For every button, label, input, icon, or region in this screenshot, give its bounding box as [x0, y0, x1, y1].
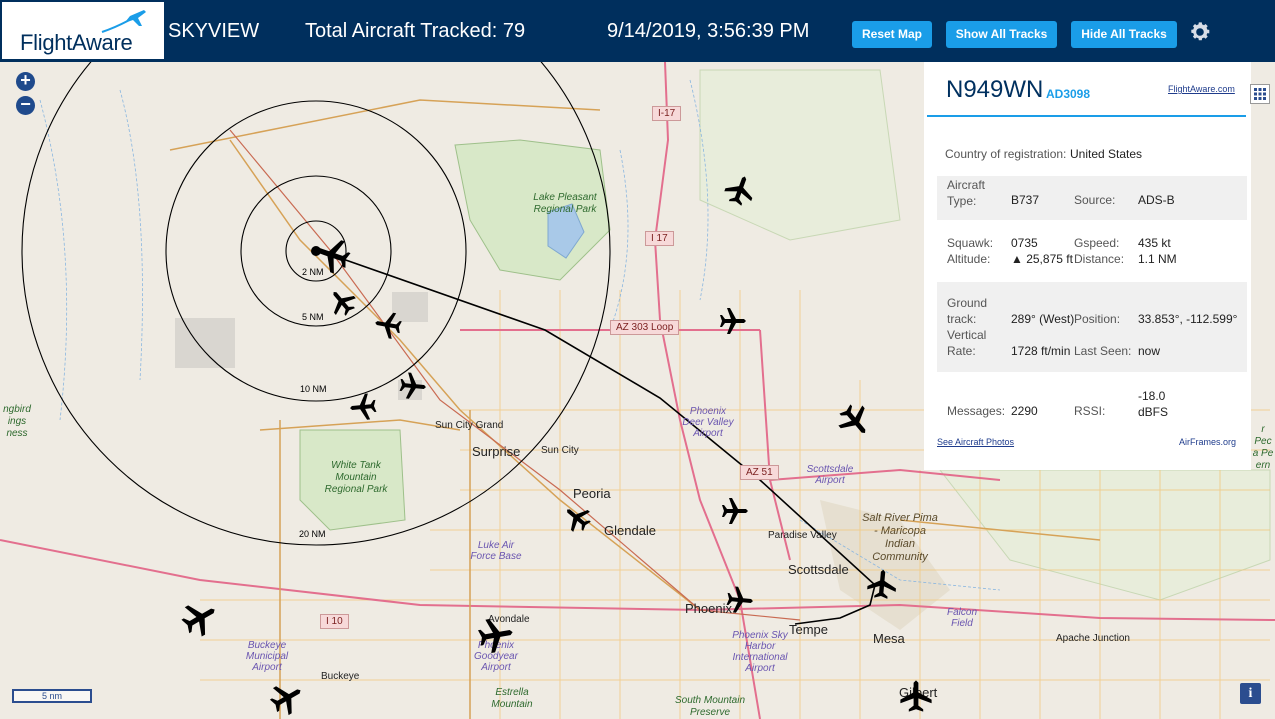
aircraft-type-label: Aircraft Type:	[947, 178, 986, 208]
zoom-out-button[interactable]: −	[16, 95, 35, 115]
timestamp: 9/14/2019, 3:56:39 PM	[607, 20, 810, 42]
aircraft-type-value: B737	[1011, 193, 1040, 207]
aircraft-icon[interactable]	[725, 585, 755, 615]
app-title: SKYVIEW	[168, 20, 260, 42]
source-label: Source:	[1074, 193, 1116, 207]
flightaware-logo[interactable]: FlightAware	[2, 2, 164, 59]
country-label: Country of registration:	[945, 147, 1067, 161]
aircraft-tracked-count: Total Aircraft Tracked: 79	[305, 20, 526, 42]
ground-track-label: Ground track:	[947, 296, 988, 326]
altitude-value: ▲ 25,875 ft	[1011, 252, 1073, 266]
last-seen-label: Last Seen:	[1074, 344, 1132, 358]
hide-all-tracks-button[interactable]: Hide All Tracks	[1071, 21, 1177, 48]
flight-id[interactable]: AD3098	[1046, 87, 1090, 101]
aircraft-icon[interactable]	[720, 308, 746, 334]
distance-value: 1.1 NM	[1138, 252, 1177, 266]
aircraft-icon-selected[interactable]	[310, 233, 354, 277]
country-value: United States	[1070, 147, 1143, 161]
top-header: FlightAware SKYVIEW Total Aircraft Track…	[0, 0, 1275, 62]
gear-icon[interactable]	[1188, 20, 1212, 44]
ground-track-value: 289° (West)	[1011, 312, 1075, 326]
airframes-link[interactable]: AirFrames.org	[1179, 437, 1236, 447]
position-value: 33.853°, -112.599°	[1138, 312, 1238, 326]
reset-map-button[interactable]: Reset Map	[852, 21, 932, 48]
last-seen-value: now	[1138, 344, 1161, 358]
gspeed-label: Gspeed:	[1074, 236, 1120, 250]
aircraft-icon[interactable]	[866, 568, 898, 600]
squawk-value: 0735	[1011, 236, 1038, 250]
grid-toggle-button[interactable]	[1250, 84, 1270, 104]
aircraft-icon[interactable]	[558, 499, 596, 537]
aircraft-icon[interactable]	[348, 392, 378, 422]
vertical-rate-value: 1728 ft/min	[1011, 344, 1071, 358]
show-all-tracks-button[interactable]: Show All Tracks	[946, 21, 1057, 48]
map-scale-bar: 5 nm	[12, 689, 92, 703]
distance-label: Distance:	[1074, 252, 1125, 266]
aircraft-icon[interactable]	[398, 371, 428, 401]
aircraft-icon[interactable]	[833, 399, 877, 443]
messages-label: Messages:	[947, 404, 1006, 418]
source-value: ADS-B	[1138, 193, 1175, 207]
aircraft-registration: N949WN	[946, 76, 1044, 103]
aircraft-icon[interactable]	[372, 309, 404, 341]
gspeed-value: 435 kt	[1138, 236, 1171, 250]
rssi-value: -18.0 dBFS	[1138, 389, 1169, 419]
map-info-button[interactable]: i	[1240, 683, 1261, 704]
aircraft-icon[interactable]	[476, 615, 516, 655]
logo-text: FlightAware	[20, 30, 133, 55]
aircraft-icon[interactable]	[722, 498, 748, 524]
flightaware-link[interactable]: FlightAware.com	[1168, 84, 1235, 94]
vertical-rate-label: Vertical Rate:	[947, 328, 987, 358]
zoom-in-button[interactable]: +	[16, 71, 35, 91]
position-label: Position:	[1074, 312, 1121, 326]
grid-icon	[1254, 88, 1266, 100]
aircraft-icon[interactable]	[721, 171, 759, 209]
aircraft-icon[interactable]	[265, 676, 309, 719]
aircraft-photos-link[interactable]: See Aircraft Photos	[937, 437, 1014, 447]
messages-value: 2290	[1011, 404, 1038, 418]
aircraft-info-panel: N949WN AD3098 FlightAware.com Country of…	[924, 62, 1251, 470]
aircraft-icon[interactable]	[323, 283, 361, 321]
aircraft-icon[interactable]	[176, 594, 224, 642]
aircraft-icon[interactable]	[900, 680, 932, 712]
altitude-label: Altitude:	[947, 252, 991, 266]
panel-divider	[927, 115, 1246, 117]
rssi-label: RSSI:	[1074, 404, 1106, 418]
squawk-label: Squawk:	[947, 236, 994, 250]
